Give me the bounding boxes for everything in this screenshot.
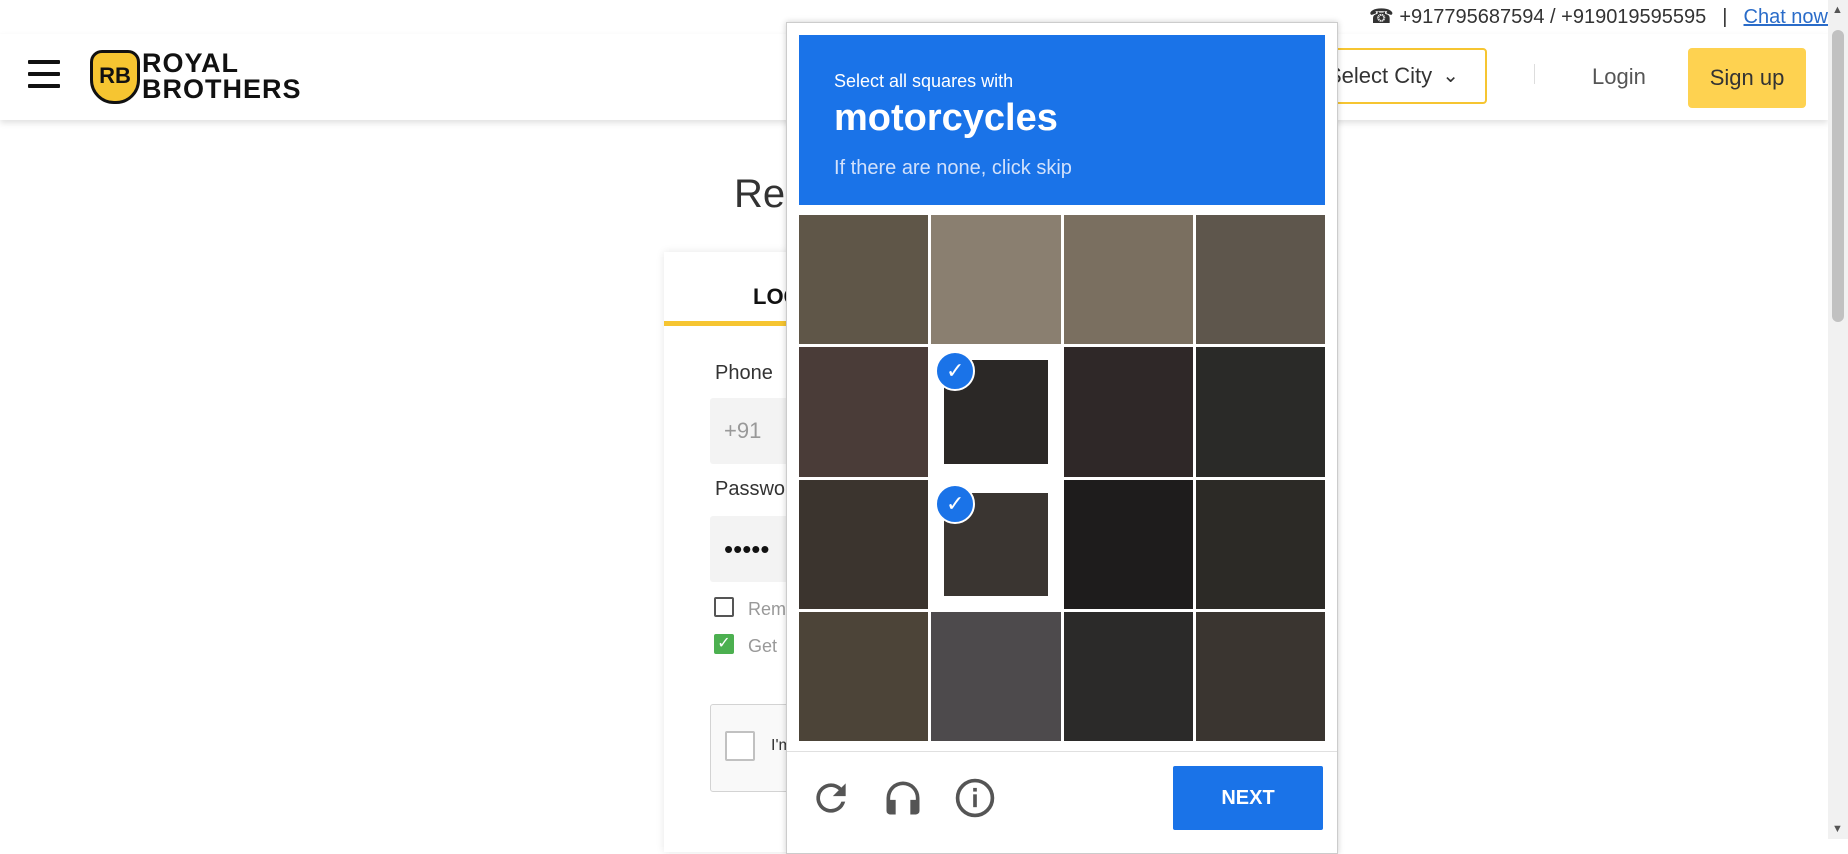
logo-text: ROYAL BROTHERS (142, 48, 302, 104)
challenge-instruction: Select all squares with (834, 71, 1014, 91)
captcha-challenge: Select all squares with motorcycles If t… (786, 22, 1338, 854)
challenge-tile[interactable]: ✓ (931, 347, 1061, 477)
login-link[interactable]: Login (1592, 64, 1646, 90)
contact-separator: | (1722, 6, 1728, 28)
contact-info: ☎ +917795687594 / +919019595595 | Chat now (1369, 4, 1828, 29)
country-code: +91 (724, 418, 762, 443)
challenge-tile[interactable] (799, 611, 929, 741)
city-select[interactable]: Select City ⌄ (1325, 48, 1487, 104)
challenge-grid: ✓ ✓ (799, 215, 1325, 741)
info-icon[interactable] (953, 776, 997, 820)
challenge-tile[interactable] (1063, 479, 1193, 609)
phone-numbers: +917795687594 / +919019595595 (1399, 6, 1707, 28)
scrollbar-thumb[interactable] (1832, 30, 1844, 322)
challenge-tile[interactable] (1195, 215, 1325, 345)
challenge-tile[interactable] (1063, 215, 1193, 345)
challenge-tile[interactable] (1063, 347, 1193, 477)
password-label: Passwo (715, 478, 786, 500)
updates-label: Get (748, 636, 778, 656)
page-scrollbar[interactable]: ▲ ▼ (1828, 0, 1848, 839)
remember-checkbox[interactable] (714, 597, 734, 617)
password-value: ••••• (724, 534, 770, 564)
chat-now-link[interactable]: Chat now (1744, 6, 1829, 28)
scroll-up-icon[interactable]: ▲ (1832, 4, 1843, 16)
challenge-tile[interactable] (931, 215, 1061, 345)
audio-icon[interactable] (881, 776, 925, 820)
challenge-tile[interactable] (799, 479, 929, 609)
logo-badge: RB (90, 50, 140, 104)
logo-line-2: BROTHERS (142, 74, 302, 104)
challenge-tile[interactable] (799, 347, 929, 477)
challenge-tile[interactable] (1063, 611, 1193, 741)
challenge-target: motorcycles (834, 97, 1058, 139)
city-label: Select City (1327, 63, 1433, 88)
challenge-tile[interactable] (931, 611, 1061, 741)
recaptcha-checkbox[interactable] (725, 731, 755, 761)
challenge-tile[interactable] (799, 215, 929, 345)
header-divider (1534, 64, 1535, 84)
next-button[interactable]: NEXT (1173, 766, 1323, 830)
phone-icon: ☎ (1368, 6, 1394, 28)
logo-line-1: ROYAL (142, 48, 240, 78)
remember-label: Rem (748, 599, 787, 619)
reload-icon[interactable] (809, 776, 853, 820)
challenge-hint: If there are none, click skip (834, 157, 1072, 179)
updates-checkbox[interactable]: ✓ (714, 634, 734, 654)
challenge-tile[interactable] (1195, 479, 1325, 609)
menu-icon[interactable] (28, 60, 60, 90)
challenge-tile[interactable] (1195, 347, 1325, 477)
tile-check-icon: ✓ (935, 483, 976, 524)
signup-button[interactable]: Sign up (1688, 48, 1806, 108)
challenge-header: Select all squares with motorcycles If t… (799, 35, 1325, 205)
challenge-tile[interactable] (1195, 611, 1325, 741)
challenge-tile[interactable]: ✓ (931, 479, 1061, 609)
phone-label: Phone (715, 362, 773, 384)
scroll-down-icon[interactable]: ▼ (1832, 823, 1843, 835)
chevron-down-icon: ⌄ (1442, 65, 1459, 87)
